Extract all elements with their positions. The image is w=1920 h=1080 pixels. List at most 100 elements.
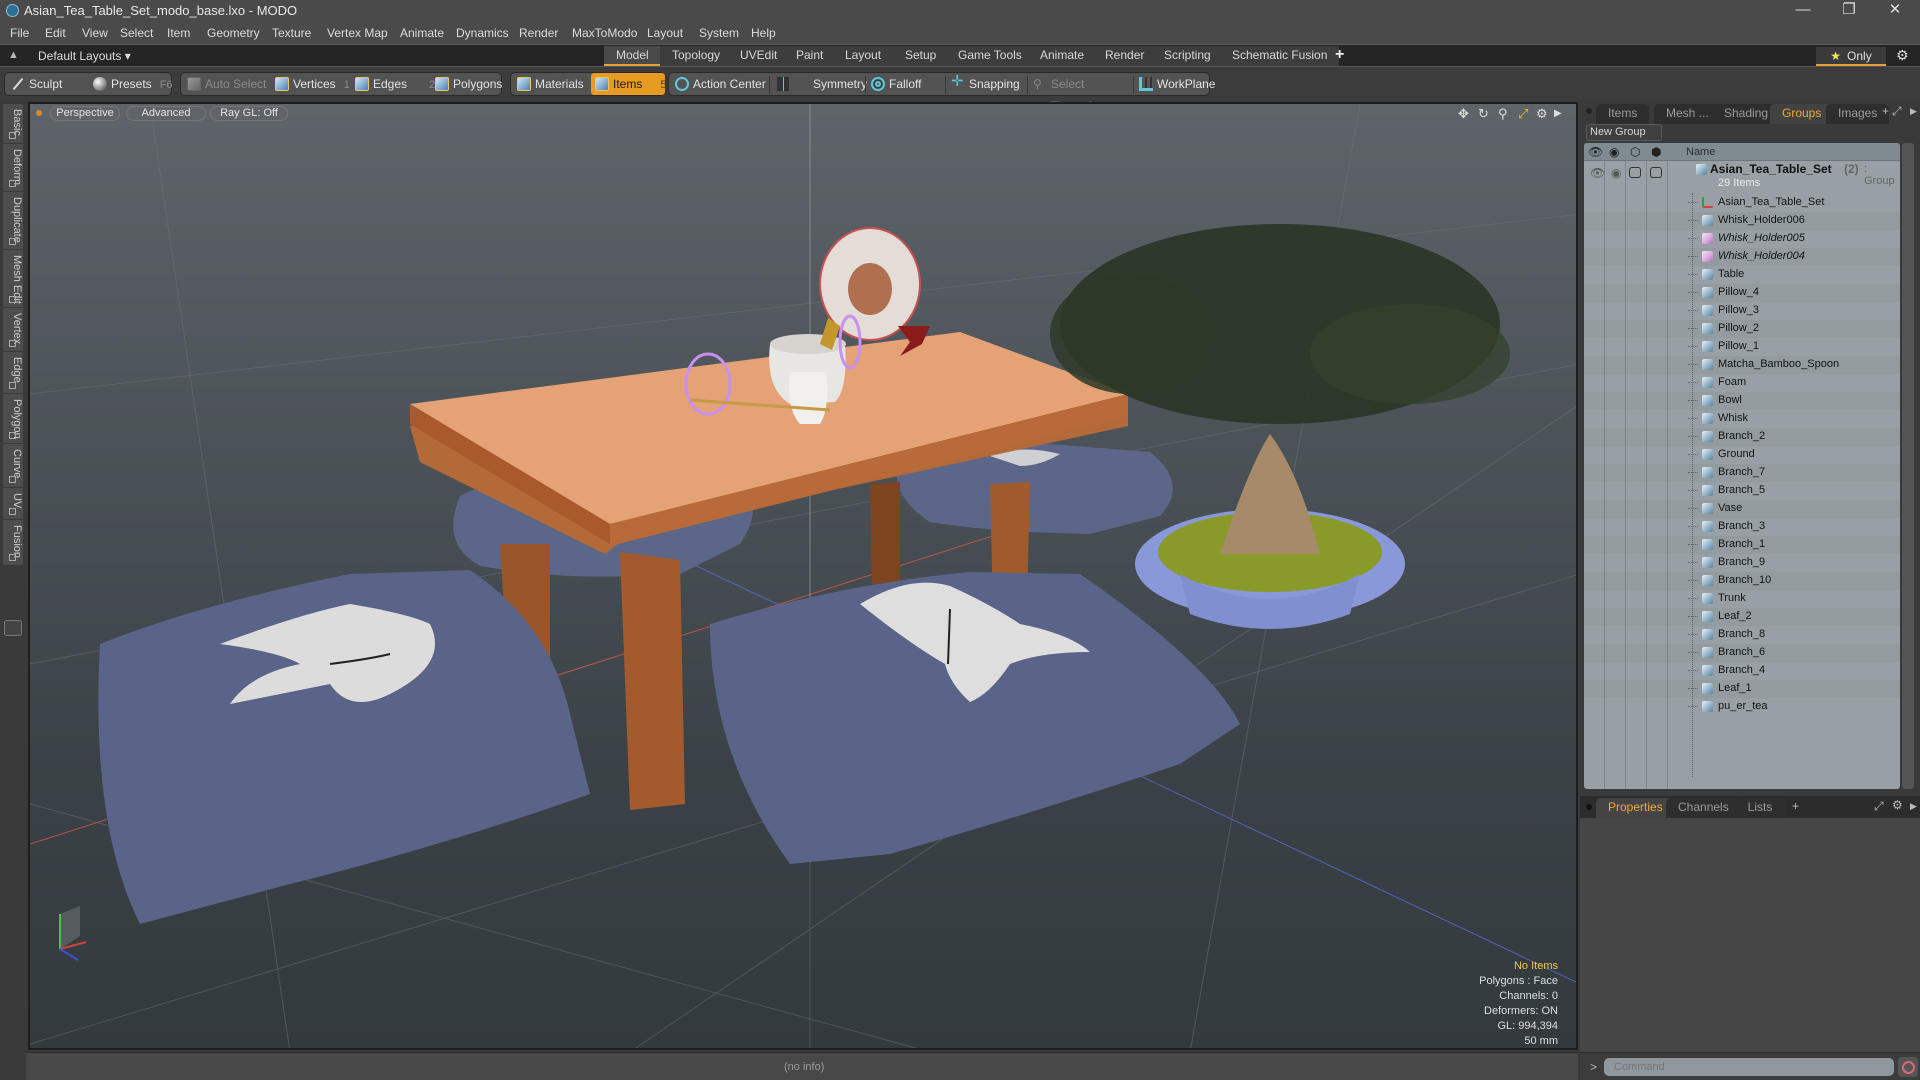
menu-render[interactable]: Render	[519, 26, 558, 40]
tree-item-row[interactable]: Matcha_Bamboo_Spoon	[1584, 356, 1900, 374]
auto-select-button[interactable]: Auto Select	[183, 73, 269, 95]
tab-mesh[interactable]: Mesh ...	[1654, 104, 1721, 124]
viewport-options-dot[interactable]	[36, 110, 42, 116]
render-column-icon[interactable]: ◉	[1609, 145, 1619, 159]
falloff-button[interactable]: Falloff	[867, 73, 945, 95]
tree-item-row[interactable]: Branch_3	[1584, 518, 1900, 536]
items-button[interactable]: Items 5	[591, 73, 666, 95]
raygl-toggle[interactable]: Ray GL: Off	[210, 106, 288, 121]
expand-panel-icon[interactable]: ⤢	[1892, 104, 1902, 119]
tree-item-row[interactable]: Whisk_Holder004	[1584, 248, 1900, 266]
tree-item-row[interactable]: Pillow_3	[1584, 302, 1900, 320]
close-button[interactable]: ✕	[1872, 0, 1918, 22]
scene-render[interactable]	[30, 104, 1578, 1050]
tab-render[interactable]: Render	[1093, 46, 1158, 66]
select-column-icon[interactable]: ⬢	[1651, 145, 1661, 159]
tab-uvedit[interactable]: UVEdit	[728, 46, 791, 66]
pan-icon[interactable]: ✥	[1458, 106, 1469, 122]
command-input[interactable]	[1604, 1058, 1894, 1076]
tab-paint[interactable]: Paint	[784, 46, 837, 66]
symmetry-button[interactable]: Symmetry	[773, 73, 867, 95]
sculpt-button[interactable]: Sculpt	[7, 73, 85, 95]
default-layouts-dropdown[interactable]: Default Layouts ▾	[38, 49, 131, 63]
render-toggle-icon[interactable]: ◉	[1611, 166, 1621, 180]
tool-tab-uv[interactable]: UV	[3, 488, 23, 520]
restore-button[interactable]: ❐	[1826, 0, 1872, 22]
materials-button[interactable]: Materials	[513, 73, 591, 95]
menu-texture[interactable]: Texture	[272, 26, 311, 40]
tree-item-row[interactable]: Pillow_2	[1584, 320, 1900, 338]
menu-view[interactable]: View	[82, 26, 108, 40]
tree-item-row[interactable]: Branch_10	[1584, 572, 1900, 590]
menu-help[interactable]: Help	[751, 26, 776, 40]
action-center-button[interactable]: Action Center	[671, 73, 767, 95]
vertices-button[interactable]: Vertices 1	[271, 73, 351, 95]
tab-lists[interactable]: Lists	[1734, 798, 1786, 818]
tool-tab-duplicate[interactable]: Duplicate	[3, 192, 23, 250]
menu-geometry[interactable]: Geometry	[207, 26, 260, 40]
tree-item-row[interactable]: Whisk_Holder006	[1584, 212, 1900, 230]
tree-item-row[interactable]: Bowl	[1584, 392, 1900, 410]
group-row[interactable]: 👁 ◉ Asian_Tea_Table_Set (2) : Group 29 I…	[1584, 162, 1900, 194]
snapping-button[interactable]: ✛ Snapping	[947, 73, 1025, 95]
tree-item-row[interactable]: Trunk	[1584, 590, 1900, 608]
tree-item-row[interactable]: Pillow_1	[1584, 338, 1900, 356]
tree-scrollbar[interactable]	[1902, 143, 1914, 789]
tree-item-row[interactable]: Table	[1584, 266, 1900, 284]
tree-item-row[interactable]: Ground	[1584, 446, 1900, 464]
tree-item-row[interactable]: pu_er_tea	[1584, 698, 1900, 716]
workplane-button[interactable]: WorkPlane	[1135, 73, 1215, 95]
presets-button[interactable]: Presets F6	[89, 73, 173, 95]
add-tab-icon[interactable]: +	[1882, 104, 1889, 118]
tool-tab-edge[interactable]: Edge	[3, 352, 23, 394]
menu-item[interactable]: Item	[167, 26, 190, 40]
tree-item-row[interactable]: Branch_1	[1584, 536, 1900, 554]
tab-animate[interactable]: Animate	[1028, 46, 1098, 66]
menu-vertex-map[interactable]: Vertex Map	[327, 26, 388, 40]
visibility-column-icon[interactable]: 👁	[1588, 145, 1603, 159]
tree-item-row[interactable]: Leaf_2	[1584, 608, 1900, 626]
tree-item-row[interactable]: Pillow_4	[1584, 284, 1900, 302]
tree-item-row[interactable]: Branch_9	[1584, 554, 1900, 572]
viewport-menu-arrow-icon[interactable]: ▶	[1554, 108, 1562, 119]
tree-item-row[interactable]: Branch_7	[1584, 464, 1900, 482]
rotate-icon[interactable]: ↻	[1478, 106, 1489, 122]
menu-file[interactable]: File	[10, 26, 29, 40]
tree-item-row[interactable]: Asian_Tea_Table_Set	[1584, 194, 1900, 212]
tab-game-tools[interactable]: Game Tools	[946, 46, 1035, 66]
select-through-button[interactable]: ⚲Select Through	[1029, 73, 1131, 113]
tab-topology[interactable]: Topology	[660, 46, 734, 66]
tab-layout[interactable]: Layout	[833, 46, 895, 66]
edges-button[interactable]: Edges 2	[351, 73, 435, 95]
tool-tab-deform[interactable]: Deform	[3, 144, 23, 192]
gear-icon[interactable]: ⚙	[1896, 47, 1909, 64]
record-macro-button[interactable]	[1898, 1057, 1918, 1077]
tab-images[interactable]: Images	[1826, 104, 1890, 124]
panel-menu-arrow-icon[interactable]: ▶	[1910, 801, 1917, 812]
tool-tab-toggle[interactable]	[4, 620, 22, 636]
tree-item-row[interactable]: Branch_5	[1584, 482, 1900, 500]
tool-tab-basic[interactable]: Basic	[3, 104, 23, 144]
menu-select[interactable]: Select	[120, 26, 153, 40]
only-toggle[interactable]: ★ Only	[1816, 47, 1886, 66]
panel-gear-icon[interactable]: ⚙	[1892, 798, 1903, 812]
tab-items[interactable]: Items	[1596, 104, 1650, 124]
new-group-button[interactable]: New Group	[1586, 124, 1662, 141]
menu-dynamics[interactable]: Dynamics	[456, 26, 509, 40]
tool-tab-vertex[interactable]: Vertex	[3, 308, 23, 352]
menu-maxtomodo[interactable]: MaxToModo	[572, 26, 637, 40]
tab-channels[interactable]: Channels	[1666, 798, 1741, 818]
minimize-button[interactable]: —	[1780, 0, 1826, 22]
tree-item-row[interactable]: Branch_2	[1584, 428, 1900, 446]
tree-item-row[interactable]: Whisk	[1584, 410, 1900, 428]
tab-groups[interactable]: Groups	[1770, 104, 1834, 124]
tab-setup[interactable]: Setup	[893, 46, 950, 66]
tree-item-row[interactable]: Whisk_Holder005	[1584, 230, 1900, 248]
tree-item-row[interactable]: Foam	[1584, 374, 1900, 392]
add-tab-button[interactable]: +	[1335, 46, 1344, 64]
select-toggle[interactable]	[1650, 167, 1662, 178]
polygons-button[interactable]: Polygons	[431, 73, 502, 95]
tree-item-row[interactable]: Branch_8	[1584, 626, 1900, 644]
tree-item-row[interactable]: Leaf_1	[1584, 680, 1900, 698]
tool-tab-curve[interactable]: Curve	[3, 444, 23, 488]
